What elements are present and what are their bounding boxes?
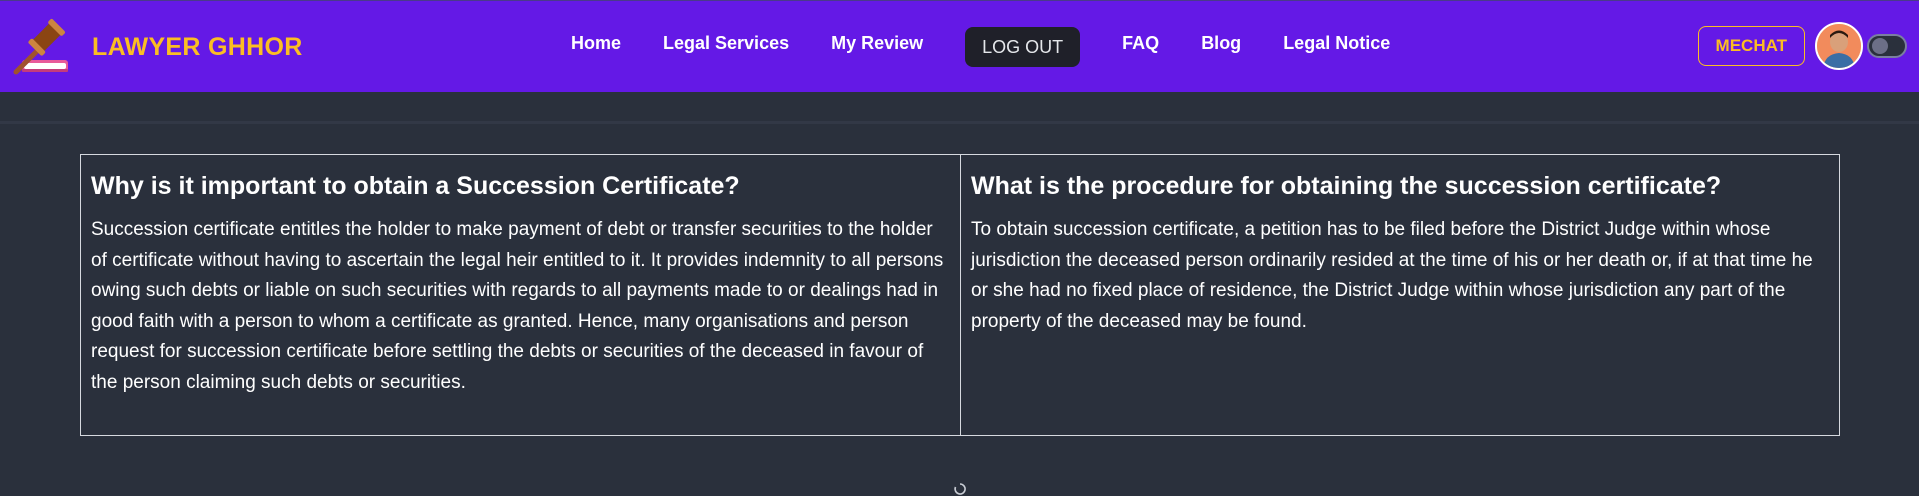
loading-spinner-icon [954,483,966,495]
nav-link-home[interactable]: Home [550,33,642,54]
faq-cell: Why is it important to obtain a Successi… [81,155,960,435]
section-divider [0,121,1919,124]
nav-link-blog[interactable]: Blog [1180,33,1262,54]
faq-answer: To obtain succession certificate, a peti… [971,219,1813,332]
gavel-book-icon [13,19,68,75]
header-tools: MECHAT [1697,21,1907,71]
faq-cell: What is the procedure for obtaining the … [960,155,1839,435]
brand[interactable]: LAWYER GHHOR [8,15,303,79]
faq-question: What is the procedure for obtaining the … [971,172,1722,200]
user-avatar-icon [1817,24,1861,68]
toggle-knob [1872,38,1888,54]
nav-link-my-review[interactable]: My Review [810,33,944,54]
faq-table: Why is it important to obtain a Successi… [80,154,1840,436]
nav-link-legal-notice[interactable]: Legal Notice [1262,33,1411,54]
logout-button[interactable]: LOG OUT [965,27,1081,67]
faq-answer: Succession certificate entitles the hold… [91,219,944,393]
nav-link-legal-services[interactable]: Legal Services [642,33,810,54]
user-avatar[interactable] [1815,22,1863,70]
mechat-button[interactable]: MECHAT [1697,26,1805,66]
nav-link-faq[interactable]: FAQ [1101,33,1180,54]
main-nav: Home Legal Services My Review LOG OUT FA… [550,27,1411,67]
faq-question: Why is it important to obtain a Successi… [91,172,740,200]
theme-toggle[interactable] [1867,34,1907,58]
brand-name: LAWYER GHHOR [92,32,303,61]
navbar: LAWYER GHHOR Home Legal Services My Revi… [0,0,1919,92]
